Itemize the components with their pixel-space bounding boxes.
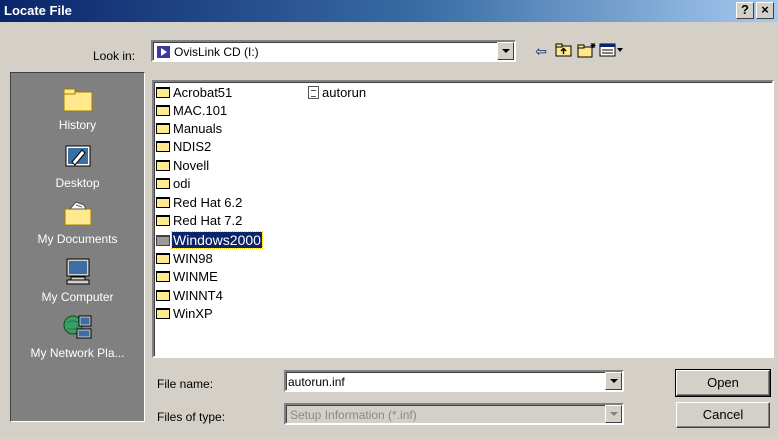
folder-item[interactable]: WINNT4	[156, 287, 224, 305]
place-my-computer[interactable]: My Computer	[11, 253, 144, 309]
locate-file-dialog: Locate File ? × Look in: OvisLink CD (I:…	[0, 0, 778, 439]
folder-icon	[156, 197, 170, 208]
folder-item[interactable]: Manuals	[156, 120, 223, 138]
place-label: My Documents	[37, 232, 118, 246]
place-label: My Network Pla...	[30, 346, 125, 360]
place-label: Desktop	[55, 176, 100, 190]
folder-item[interactable]: Novell	[156, 157, 210, 175]
cancel-button[interactable]: Cancel	[676, 402, 770, 428]
folder-icon	[156, 87, 170, 98]
file-list[interactable]: Acrobat51 MAC.101 Manuals NDIS2 Novell o…	[152, 80, 774, 358]
place-label: History	[58, 118, 97, 132]
place-my-documents[interactable]: My Documents	[11, 195, 144, 251]
folder-icon	[156, 308, 170, 319]
folder-item[interactable]: MAC.101	[156, 102, 228, 120]
views-menu-icon[interactable]	[598, 42, 626, 60]
dialog-title: Locate File	[4, 3, 72, 18]
file-name-input[interactable]	[288, 374, 598, 390]
file-type-value: Setup Information (*.inf)	[290, 408, 417, 422]
folder-item-selected[interactable]: Windows2000	[156, 231, 263, 249]
folder-icon	[156, 215, 170, 226]
desktop-icon	[65, 145, 90, 167]
file-type-dropdown-button	[605, 405, 622, 423]
folder-item[interactable]: WIN98	[156, 250, 214, 268]
place-desktop[interactable]: Desktop	[11, 139, 144, 195]
look-in-dropdown[interactable]: OvisLink CD (I:)	[151, 40, 516, 62]
file-type-dropdown: Setup Information (*.inf)	[284, 403, 624, 425]
new-folder-icon[interactable]	[576, 42, 598, 60]
file-name-dropdown-button[interactable]	[605, 372, 622, 390]
up-folder-icon[interactable]	[553, 42, 575, 60]
my-documents-icon	[64, 201, 91, 226]
folder-icon	[156, 235, 170, 246]
open-button[interactable]: Open	[675, 369, 771, 397]
my-computer-icon	[66, 258, 89, 285]
folder-icon	[156, 271, 170, 282]
cd-drive-icon	[157, 46, 170, 58]
folder-icon	[156, 105, 170, 116]
folder-icon	[156, 178, 170, 189]
folder-item[interactable]: Acrobat51	[156, 84, 233, 102]
history-folder-icon	[63, 88, 92, 112]
title-bar[interactable]: Locate File ? ×	[0, 0, 778, 22]
document-icon	[308, 86, 319, 99]
folder-icon	[156, 141, 170, 152]
file-type-label: Files of type:	[157, 410, 226, 424]
look-in-dropdown-button[interactable]	[497, 42, 514, 60]
place-history[interactable]: History	[11, 81, 144, 137]
folder-icon	[156, 253, 170, 264]
file-name-label: File name:	[157, 377, 214, 391]
places-bar: History Desktop My Documents My Computer…	[10, 72, 145, 422]
file-name-combo[interactable]	[284, 370, 624, 392]
network-places-icon	[63, 315, 91, 339]
folder-icon	[156, 160, 170, 171]
look-in-label: Look in:	[93, 49, 136, 63]
folder-item[interactable]: Red Hat 7.2	[156, 212, 243, 230]
folder-item[interactable]: odi	[156, 175, 191, 193]
file-item[interactable]: autorun	[308, 84, 367, 102]
folder-item[interactable]: NDIS2	[156, 138, 212, 156]
back-arrow-icon[interactable]: ⇦	[530, 42, 552, 60]
folder-item[interactable]: WINME	[156, 268, 219, 286]
look-in-value: OvisLink CD (I:)	[174, 45, 259, 59]
help-button[interactable]: ?	[736, 2, 754, 19]
folder-item[interactable]: Red Hat 6.2	[156, 194, 243, 212]
close-button[interactable]: ×	[756, 2, 774, 19]
folder-icon	[156, 290, 170, 301]
folder-item[interactable]: WinXP	[156, 305, 214, 323]
place-network[interactable]: My Network Pla...	[11, 309, 144, 365]
place-label: My Computer	[41, 290, 114, 304]
folder-icon	[156, 123, 170, 134]
